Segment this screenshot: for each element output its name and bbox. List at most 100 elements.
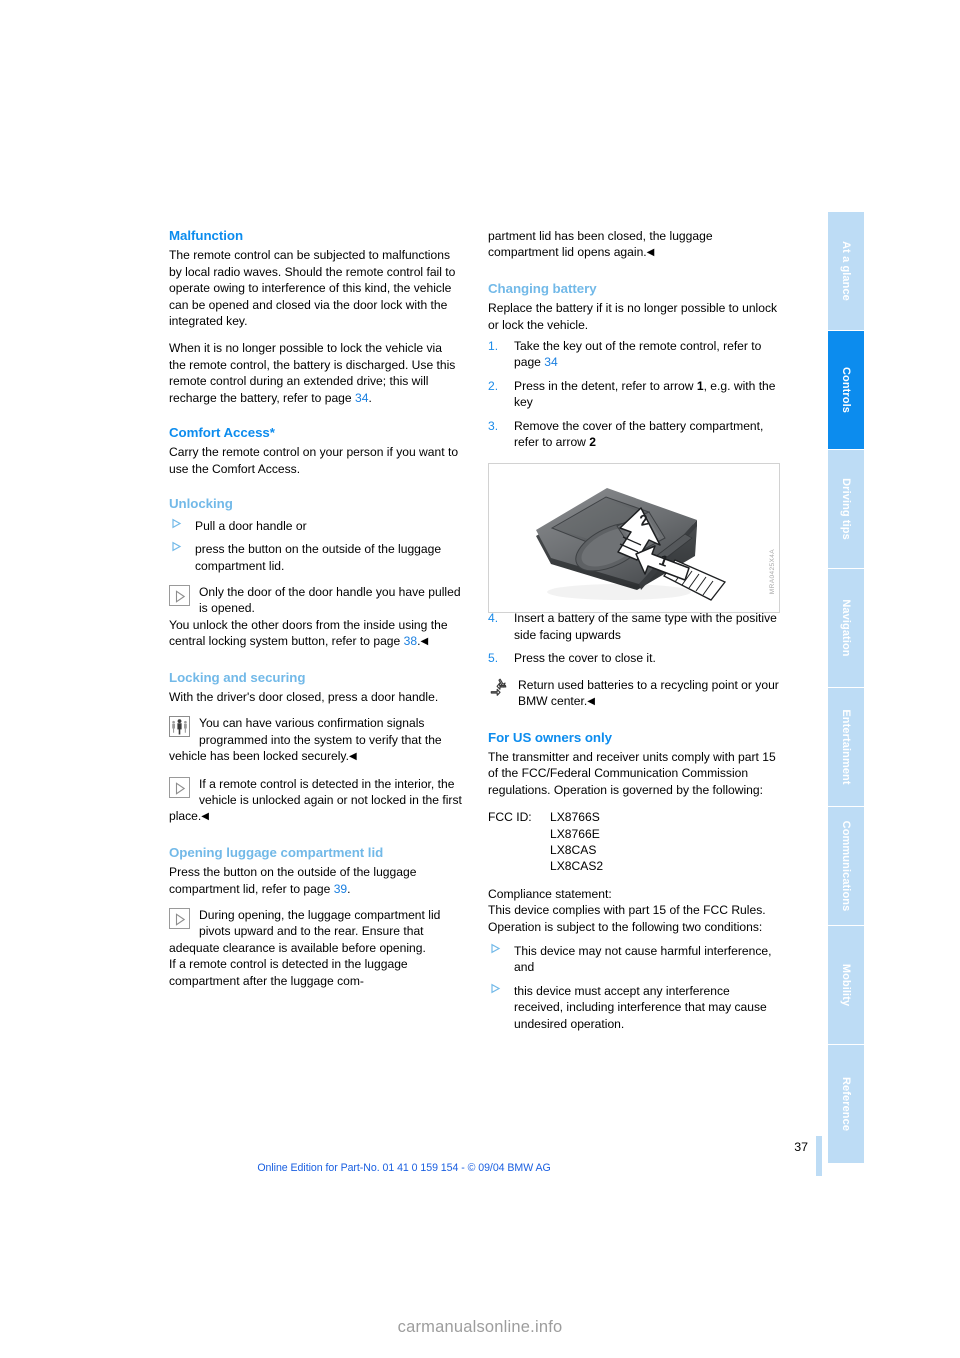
page-number: 37 [794,1140,808,1154]
note-body: Return used batteries to a recycling poi… [488,677,781,711]
sidebar-item-label: Reference [840,1076,852,1132]
compliance-heading: Compliance statement: [488,886,612,901]
list-item: this device must accept any interference… [488,983,781,1032]
sidebar-item-label: Entertainment [840,709,852,785]
heading-opening-luggage-compartment-lid: Opening luggage compartment lid [169,844,384,860]
note-body: Only the door of the door handle you hav… [169,584,462,617]
note-triangle-icon [169,776,191,799]
heading-changing-battery: Changing battery [488,280,597,296]
page-ref-39[interactable]: 39 [334,882,347,896]
unlocking-bullet-list: Pull a door handle or press the button o… [169,518,462,574]
step-number: 5. [488,651,499,666]
changing-battery-steps-continued: 4. Insert a battery of the same type wit… [488,610,781,666]
list-item-label: press the button on the outside of the l… [195,542,442,573]
bullet-triangle-icon [171,541,183,553]
fcc-id-value-3: LX8CAS [550,842,597,857]
step-text: Insert a battery of the same type with t… [514,611,777,642]
footer-accent-bar [816,1136,822,1176]
page-ref-34[interactable]: 34 [544,355,557,369]
list-item-label: this device must accept any interference… [514,983,767,1031]
sidebar-item-navigation[interactable]: Navigation [828,569,864,687]
locking-paragraph: With the driver's door closed, press a d… [169,689,439,704]
page-ref-34[interactable]: 34 [355,391,368,405]
heading-malfunction: Malfunction [169,228,244,243]
sidebar-item-entertainment[interactable]: Entertainment [828,688,864,806]
sidebar-item-label: Driving tips [840,478,852,540]
luggage-lid-text: Press the button on the outside of the l… [169,865,417,896]
heading-for-us-owners-only: For US owners only [488,729,612,745]
malfunction-p2-tail: . [368,390,372,405]
malfunction-p2-text: When it is no longer possible to lock th… [169,341,456,405]
fcc-id-row: FCC ID: LX8766S [488,809,781,825]
recycling-icon [488,678,510,700]
figure-remote-control-battery: 2 1 MRA0425X4A [488,463,780,613]
note-body: During opening, the luggage compartment … [169,907,462,956]
comfort-access-paragraph: Carry the remote control on your person … [169,445,459,476]
fcc-id-value-4: LX8CAS2 [550,859,604,874]
note-text: If a remote control is detected in the i… [169,776,462,824]
list-item: 5. Press the cover to close it. [488,650,781,666]
chapter-tab-sidebar: At a glance Controls Driving tips Naviga… [828,212,864,1163]
heading-locking-and-securing: Locking and securing [169,669,306,685]
list-item: 1. Take the key out of the remote contro… [488,338,781,371]
manual-page: Malfunction The remote control can be su… [0,0,960,1358]
sidebar-item-label: Navigation [840,599,852,657]
note-triangle-icon [169,908,191,930]
continuation-paragraph: partment lid has been closed, the luggag… [488,228,781,262]
fcc-conditions-list: This device may not cause harmful interf… [488,943,781,1032]
sidebar-item-label: Mobility [840,963,852,1007]
note-text: You can have various confirmation signal… [169,716,442,764]
section-end-marker: ◀ [587,696,595,708]
fcc-id-value-2: LX8766E [550,826,600,841]
list-item-label: Pull a door handle or [195,518,307,533]
malfunction-paragraph-2: When it is no longer possible to lock th… [169,340,462,406]
note-text: During opening, the luggage compartment … [169,908,441,955]
key-fob-illustration: 2 1 [489,464,779,612]
list-item-label: This device may not cause harmful interf… [514,943,772,975]
note-body: If a remote control is detected in the i… [169,776,462,826]
list-item: This device may not cause harmful interf… [488,943,781,976]
luggage-lid-tail: . [347,881,351,896]
malfunction-paragraph-1: The remote control can be subjected to m… [169,248,456,329]
arrow-ref-2: 2 [589,435,597,450]
section-end-marker: ◀ [201,811,209,823]
left-text-column: Malfunction The remote control can be su… [169,228,462,989]
step-number: 3. [488,418,499,433]
sidebar-item-controls[interactable]: Controls [828,331,864,449]
arrow-ref-1: 1 [696,378,704,393]
step-text: Remove the cover of the battery compartm… [514,418,764,450]
step-text: Press the cover to close it. [514,651,656,666]
page-ref-38[interactable]: 38 [404,634,417,648]
sidebar-item-reference[interactable]: Reference [828,1045,864,1163]
bullet-triangle-icon [490,943,502,955]
list-item: 2. Press in the detent, refer to arrow 1… [488,378,781,411]
right-text-column: partment lid has been closed, the luggag… [488,228,781,1032]
luggage-lid-paragraph: Press the button on the outside of the l… [169,864,462,897]
step-number: 1. [488,339,499,354]
section-end-marker: ◀ [420,636,429,648]
heading-unlocking: Unlocking [169,496,233,512]
note-text: Return used batteries to a recycling poi… [518,677,779,709]
sidebar-item-label: Controls [840,366,852,414]
sidebar-item-label: Communications [840,820,852,912]
sidebar-item-mobility[interactable]: Mobility [828,926,864,1044]
site-watermark: carmanualsonline.info [397,1318,563,1336]
list-item: Pull a door handle or [169,518,462,534]
note-locking-interior-detect: If a remote control is detected in the i… [169,776,462,826]
bullet-triangle-icon [490,983,502,995]
changing-battery-paragraph: Replace the battery if it is no longer p… [488,301,778,332]
fcc-id-block: FCC ID: LX8766S LX8766E LX8CAS LX8CAS2 [488,809,781,875]
step-number: 2. [488,378,499,393]
note-locking-confirmation: You can have various confirmation signal… [169,715,462,765]
pedestrian-warning-icon [169,716,191,738]
note-body: You can have various confirmation signal… [169,715,462,765]
sidebar-item-at-a-glance[interactable]: At a glance [828,212,864,330]
list-item: press the button on the outside of the l… [169,541,462,574]
bullet-triangle-icon [171,518,183,530]
sidebar-item-driving-tips[interactable]: Driving tips [828,450,864,568]
figure-caption-code: MRA0425X4A [769,548,776,594]
us-owners-paragraph: The transmitter and receiver units compl… [488,749,776,797]
section-end-marker: ◀ [646,247,655,259]
sidebar-item-communications[interactable]: Communications [828,807,864,925]
note-luggage-lid: During opening, the luggage compartment … [169,907,462,956]
